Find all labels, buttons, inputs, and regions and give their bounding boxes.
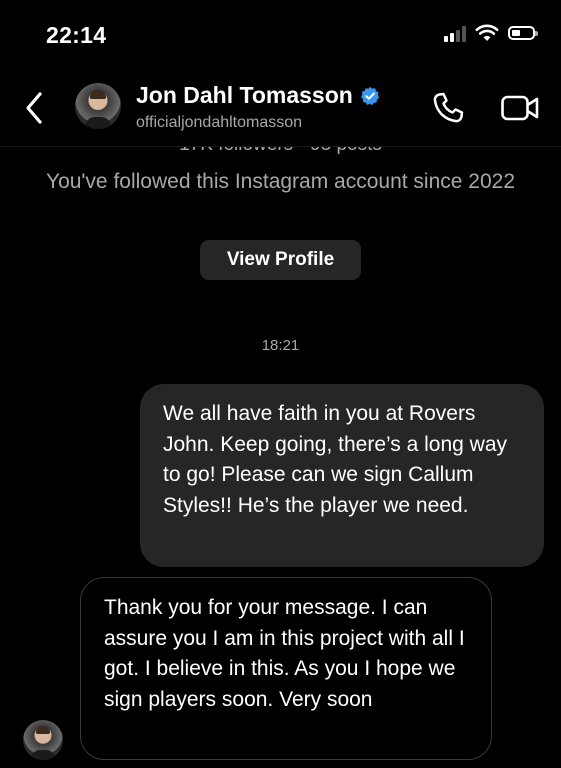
video-camera-icon[interactable] [500,92,540,124]
battery-icon [508,26,538,40]
sender-avatar[interactable] [23,720,63,760]
phone-icon[interactable] [430,90,466,126]
cellular-signal-icon [444,24,466,42]
status-time: 22:14 [46,22,107,48]
contact-handle[interactable]: officialjondahltomasson [136,114,302,132]
status-bar: 22:14 [0,0,561,70]
followed-since-text: You've followed this Instagram account s… [45,170,516,193]
avatar[interactable] [75,83,121,129]
incoming-message-bubble[interactable]: Thank you for your message. I can assure… [80,577,492,760]
outgoing-message-bubble[interactable]: We all have faith in you at Rovers John.… [140,384,544,567]
wifi-icon [475,24,499,41]
view-profile-button[interactable]: View Profile [200,240,361,280]
contact-name: Jon Dahl Tomasson [136,82,353,108]
chevron-left-icon[interactable] [18,88,48,128]
chat-header: Jon Dahl Tomasson officialjondahltomasso… [0,70,561,147]
verified-badge-icon [360,86,380,105]
message-timestamp: 18:21 [261,337,300,354]
followers-info: 17K followers · 93 posts [0,146,561,156]
contact-name-row[interactable]: Jon Dahl Tomasson [136,82,380,109]
message-thread[interactable]: 17K followers · 93 posts You've followed… [0,146,561,768]
status-icons [444,24,538,42]
